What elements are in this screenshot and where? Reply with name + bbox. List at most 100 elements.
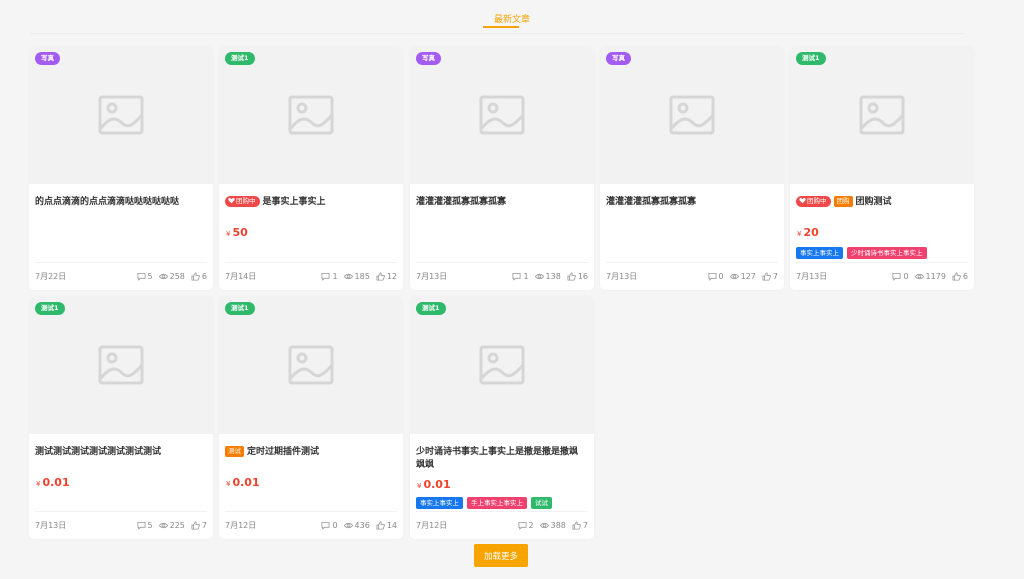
article-title[interactable]: 少时诵诗书事实上事实上是撒是撒是撒飒飒飒: [416, 446, 586, 472]
article-thumbnail[interactable]: [600, 46, 784, 184]
article-meta: 7月14日 1 185 12: [225, 270, 397, 282]
comment-count: 1: [321, 272, 338, 281]
comment-count: 5: [137, 521, 153, 530]
tab-bar-divider: [30, 33, 964, 34]
article-thumbnail[interactable]: [29, 296, 213, 434]
article-title-text: 是事实上事实上: [262, 197, 326, 207]
image-placeholder-icon: [479, 95, 525, 135]
article-title[interactable]: 测试测试测试测试测试测试测试: [35, 446, 205, 459]
article-thumbnail[interactable]: [790, 46, 974, 184]
article-meta: 7月13日 0 1179 6: [796, 270, 968, 282]
like-count[interactable]: 6: [952, 272, 968, 281]
article-card[interactable]: 测试1 少时诵诗书事实上事实上是撒是撒是撒飒飒飒 ¥0.01 事实上事实上 手上事实上事…: [410, 296, 594, 539]
article-thumbnail[interactable]: [410, 46, 594, 184]
thumbs-up-icon: [376, 520, 385, 530]
like-count[interactable]: 7: [191, 521, 207, 530]
article-thumbnail[interactable]: [219, 46, 403, 184]
like-count[interactable]: 7: [762, 272, 778, 281]
tag-chip[interactable]: 事实上事实上: [416, 497, 463, 509]
article-card[interactable]: 测试1 测试 定时过期插件测试 ¥0.01 7月12日 0 436 14: [219, 296, 403, 539]
article-title[interactable]: 灌灌灌灌孤寡孤寡孤寡: [606, 196, 776, 209]
card-divider: [35, 511, 207, 512]
thumbs-up-icon: [191, 271, 200, 281]
article-title[interactable]: 的点点滴滴的点点滴滴哒哒哒哒哒哒: [35, 196, 205, 209]
article-title[interactable]: 测试 定时过期插件测试: [225, 446, 395, 459]
view-count: 138: [534, 272, 561, 281]
eye-icon: [158, 522, 168, 528]
card-divider: [416, 511, 588, 512]
comment-count: 1: [512, 272, 529, 281]
category-badge: 写真: [606, 52, 631, 65]
article-meta: 7月12日 0 436 14: [225, 519, 397, 531]
publish-date: 7月12日: [225, 520, 257, 530]
article-title-text: 定时过期插件测试: [247, 447, 320, 457]
category-badge: 写真: [416, 52, 441, 65]
tag-list: 事实上事实上 少时诵诗书事实上事实上: [796, 247, 927, 259]
thumbs-up-icon: [567, 271, 576, 281]
tag-chip[interactable]: 事实上事实上: [796, 247, 843, 259]
publish-date: 7月14日: [225, 271, 257, 281]
view-count: 1179: [914, 272, 946, 281]
article-card[interactable]: 测试1 团购中 是事实上事实上 ¥50 7月14日 1 185 12: [219, 46, 403, 290]
article-meta: 7月22日 5 258 6: [35, 270, 207, 282]
article-card[interactable]: 写真 灌灌灌灌孤寡孤寡孤寡 7月13日 0 127 7: [600, 46, 784, 290]
thumbs-up-icon: [191, 520, 200, 530]
tag-chip[interactable]: 少时诵诗书事实上事实上: [847, 247, 927, 259]
category-badge: 测试1: [225, 52, 255, 65]
article-title[interactable]: 灌灌灌灌孤寡孤寡孤寡: [416, 196, 586, 209]
thumbs-up-icon: [376, 271, 385, 281]
article-title-text: 测试测试测试测试测试测试测试: [35, 447, 162, 457]
comment-count: 2: [518, 521, 534, 530]
load-more-button[interactable]: 加载更多: [474, 544, 528, 567]
eye-icon: [729, 273, 739, 279]
type-tag: 团购: [833, 196, 853, 207]
like-count[interactable]: 16: [567, 272, 588, 281]
comment-count: 5: [137, 272, 153, 281]
group-buy-tag: 团购中: [225, 196, 260, 207]
article-title-text: 团购测试: [855, 197, 892, 207]
price: ¥50: [226, 226, 248, 239]
comment-icon: [708, 272, 717, 281]
eye-icon: [539, 522, 549, 528]
article-card[interactable]: 写真 的点点滴滴的点点滴滴哒哒哒哒哒哒 7月22日 5 258 6: [29, 46, 213, 290]
publish-date: 7月13日: [796, 271, 828, 281]
article-title[interactable]: 团购中 团购 团购测试: [796, 196, 966, 209]
card-divider: [225, 262, 397, 263]
image-placeholder-icon: [859, 95, 905, 135]
group-buy-tag: 团购中: [796, 196, 831, 207]
article-thumbnail[interactable]: [29, 46, 213, 184]
like-count[interactable]: 12: [376, 272, 397, 281]
publish-date: 7月13日: [606, 271, 638, 281]
eye-icon: [534, 273, 544, 279]
article-card[interactable]: 测试1 测试测试测试测试测试测试测试 ¥0.01 7月13日 5 225 7: [29, 296, 213, 539]
article-title-text: 的点点滴滴的点点滴滴哒哒哒哒哒哒: [35, 197, 180, 207]
like-count[interactable]: 6: [191, 272, 207, 281]
tag-chip[interactable]: 试试: [531, 497, 552, 509]
comment-icon: [892, 272, 901, 281]
eye-icon: [343, 273, 353, 279]
image-placeholder-icon: [669, 95, 715, 135]
article-thumbnail[interactable]: [219, 296, 403, 434]
card-divider: [796, 262, 968, 263]
heart-icon: [228, 198, 235, 204]
tag-chip[interactable]: 手上事实上事实上: [467, 497, 527, 509]
type-tag: 测试: [225, 446, 244, 457]
article-card[interactable]: 写真 灌灌灌灌孤寡孤寡孤寡 7月13日 1 138 16: [410, 46, 594, 290]
article-thumbnail[interactable]: [410, 296, 594, 434]
tab-bar: 最新文章: [0, 0, 1024, 34]
image-placeholder-icon: [98, 345, 144, 385]
price: ¥0.01: [417, 478, 451, 491]
price: ¥20: [797, 226, 819, 239]
image-placeholder-icon: [98, 95, 144, 135]
category-badge: 测试1: [225, 302, 255, 315]
article-card[interactable]: 测试1 团购中 团购 团购测试 ¥20 事实上事实上 少时诵诗书事实上事实上 7月13日 0 11…: [790, 46, 974, 290]
article-title[interactable]: 团购中 是事实上事实上: [225, 196, 395, 209]
tab-latest-articles[interactable]: 最新文章: [0, 12, 1024, 25]
like-count[interactable]: 14: [376, 521, 397, 530]
view-count: 388: [539, 521, 566, 530]
price: ¥0.01: [226, 476, 260, 489]
like-count[interactable]: 7: [572, 521, 588, 530]
thumbs-up-icon: [572, 520, 581, 530]
comment-icon: [137, 521, 146, 530]
thumbs-up-icon: [762, 271, 771, 281]
